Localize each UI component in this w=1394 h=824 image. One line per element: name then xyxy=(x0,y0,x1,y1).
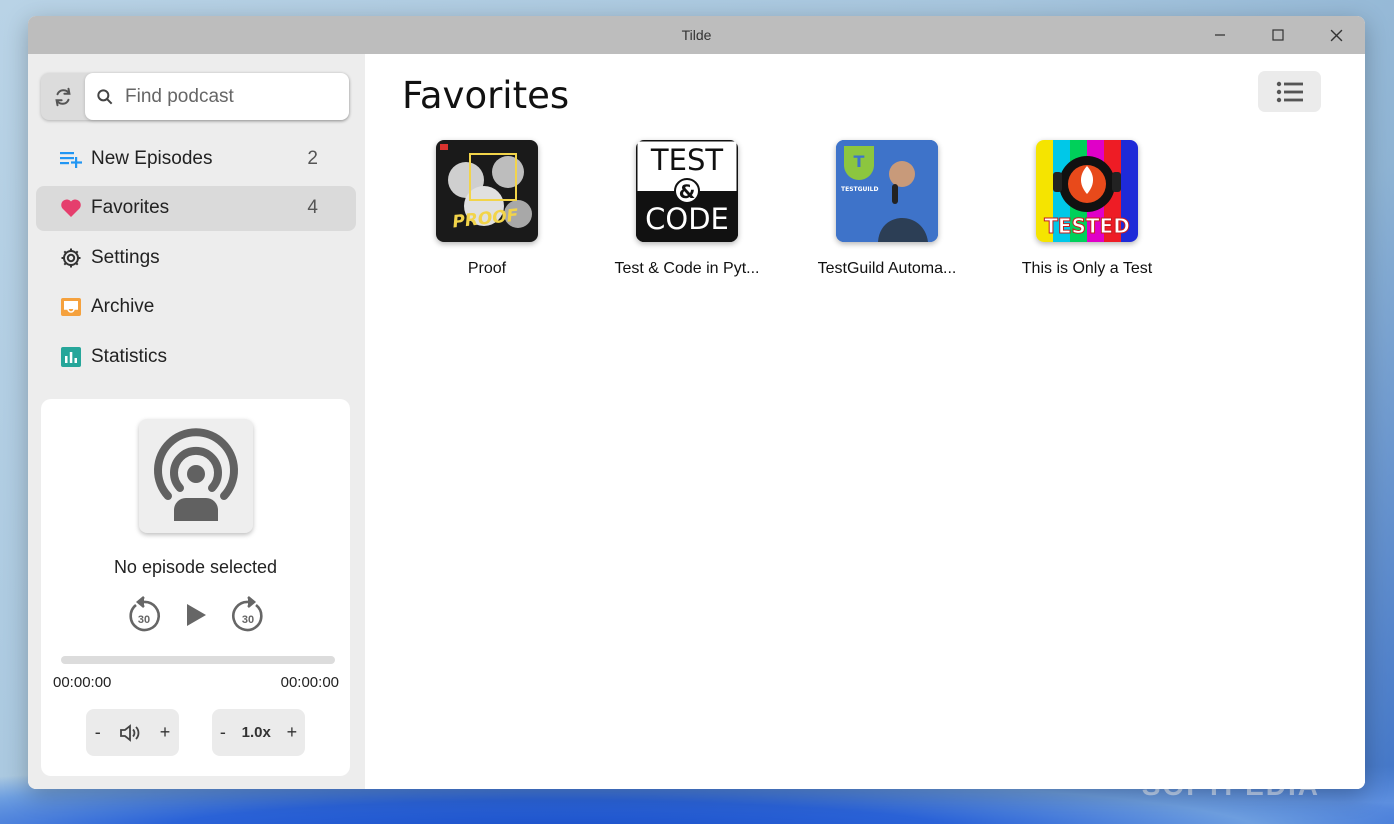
podcast-cover[interactable]: TEST & CODE xyxy=(636,140,738,242)
player-panel: No episode selected 30 30 00:00:00 00:00… xyxy=(41,399,350,776)
volume-control: - + xyxy=(86,709,179,756)
new-episodes-count: 2 xyxy=(307,147,318,169)
podcast-tile[interactable]: TESTED This is Only a Test xyxy=(987,140,1187,278)
svg-text:TESTGUILD: TESTGUILD xyxy=(841,186,878,193)
page-title: Favorites xyxy=(402,74,570,117)
playback-controls: 30 30 xyxy=(41,595,350,635)
proof-cover-art: PROOF xyxy=(440,144,532,233)
elapsed-time: 00:00:00 xyxy=(53,674,112,691)
svg-text:&: & xyxy=(679,181,696,203)
replay-30-icon: 30 xyxy=(128,596,160,632)
list-view-button[interactable] xyxy=(1258,71,1321,112)
podcast-cover[interactable]: PROOF xyxy=(436,140,538,242)
skip-forward-button[interactable]: 30 xyxy=(228,595,268,635)
close-icon xyxy=(1330,29,1342,41)
gear-icon xyxy=(59,246,83,270)
podcast-title: TestGuild Automa... xyxy=(817,260,957,277)
window-controls xyxy=(1191,16,1365,54)
play-button[interactable] xyxy=(176,595,216,635)
volume-up-button[interactable]: + xyxy=(160,722,171,743)
forward-30-icon: 30 xyxy=(231,596,263,632)
sidebar-item-favorites[interactable]: Favorites 4 xyxy=(36,185,356,231)
svg-text:PROOF: PROOF xyxy=(452,206,520,233)
sidebar-item-settings[interactable]: Settings xyxy=(36,235,356,280)
search-icon xyxy=(97,88,113,104)
sidebar-item-label: Archive xyxy=(91,296,155,317)
minimize-icon xyxy=(1215,34,1225,36)
maximize-icon xyxy=(1272,29,1284,41)
favorites-count: 4 xyxy=(307,197,318,218)
refresh-icon xyxy=(55,87,71,106)
play-icon xyxy=(186,604,206,626)
podcast-tile[interactable]: TEST & CODE Test & Code in Pyt... xyxy=(587,140,787,278)
sidebar-item-label: Settings xyxy=(91,246,160,268)
test-and-code-cover-art: TEST & CODE xyxy=(636,140,738,242)
tested-cover-art: TESTED xyxy=(1036,140,1138,242)
inbox-icon xyxy=(59,295,83,319)
volume-down-button[interactable]: - xyxy=(95,722,101,743)
testguild-cover-art: T TESTGUILD xyxy=(836,140,938,242)
minimize-button[interactable] xyxy=(1191,16,1249,54)
podcast-cover[interactable]: TESTED xyxy=(1036,140,1138,242)
svg-text:T: T xyxy=(854,152,865,171)
sidebar-item-label: Favorites xyxy=(91,197,170,218)
skip-back-button[interactable]: 30 xyxy=(124,595,164,635)
progress-slider[interactable] xyxy=(61,656,335,664)
app-window: Tilde Find podcast New Episodes 2 Favori… xyxy=(28,16,1365,789)
window-title: Tilde xyxy=(681,27,712,43)
svg-text:CODE: CODE xyxy=(645,202,729,236)
svg-text:TEST: TEST xyxy=(650,143,723,177)
title-bar[interactable]: Tilde xyxy=(28,16,1365,54)
podcast-title: Proof xyxy=(467,260,507,277)
podcast-icon xyxy=(154,428,238,521)
sidebar-item-label: New Episodes xyxy=(91,147,213,169)
playback-rate: 1.0x xyxy=(241,724,271,741)
refresh-button[interactable] xyxy=(41,73,85,120)
list-icon xyxy=(1276,81,1303,102)
search-box[interactable] xyxy=(85,73,349,120)
podcast-tile[interactable]: T TESTGUILD TestGuild Automa... xyxy=(787,140,987,278)
maximize-button[interactable] xyxy=(1249,16,1307,54)
podcast-tile[interactable]: PROOF Proof xyxy=(387,140,587,278)
sidebar-item-statistics[interactable]: Statistics xyxy=(36,334,356,379)
podcast-title: This is Only a Test xyxy=(1021,260,1153,277)
playlist-add-icon xyxy=(59,147,83,171)
time-display: 00:00:00 00:00:00 xyxy=(53,674,339,691)
search-row xyxy=(41,73,349,120)
duration-time: 00:00:00 xyxy=(280,674,339,691)
podcast-title: Test & Code in Pyt... xyxy=(614,260,760,277)
svg-text:30: 30 xyxy=(137,614,149,626)
svg-text:30: 30 xyxy=(241,614,253,626)
volume-icon xyxy=(120,723,140,742)
now-playing-title: No episode selected xyxy=(113,557,278,577)
speed-control: - 1.0x + xyxy=(212,709,305,756)
sidebar-item-label: Statistics xyxy=(91,345,168,367)
bar-chart-icon xyxy=(59,345,83,369)
episode-artwork xyxy=(139,419,253,533)
podcast-cover[interactable]: T TESTGUILD xyxy=(836,140,938,242)
sidebar-nav: New Episodes 2 Favorites 4 Settings Arch… xyxy=(36,136,356,384)
sidebar: New Episodes 2 Favorites 4 Settings xyxy=(28,54,365,789)
podcast-grid: PROOF Proof TEST & CODE Test & Code in P… xyxy=(387,140,1187,278)
main-content: Favorites PROOF Proof TEST & CODE Test &… xyxy=(365,54,1365,789)
sidebar-item-new-episodes[interactable]: New Episodes 2 xyxy=(36,136,356,181)
speed-up-button[interactable]: + xyxy=(287,722,298,743)
sidebar-item-archive[interactable]: Archive xyxy=(36,285,356,330)
search-input[interactable] xyxy=(125,85,325,108)
close-button[interactable] xyxy=(1307,16,1365,54)
speed-down-button[interactable]: - xyxy=(220,722,226,743)
heart-icon xyxy=(59,196,83,220)
svg-text:TESTED: TESTED xyxy=(1044,214,1130,238)
